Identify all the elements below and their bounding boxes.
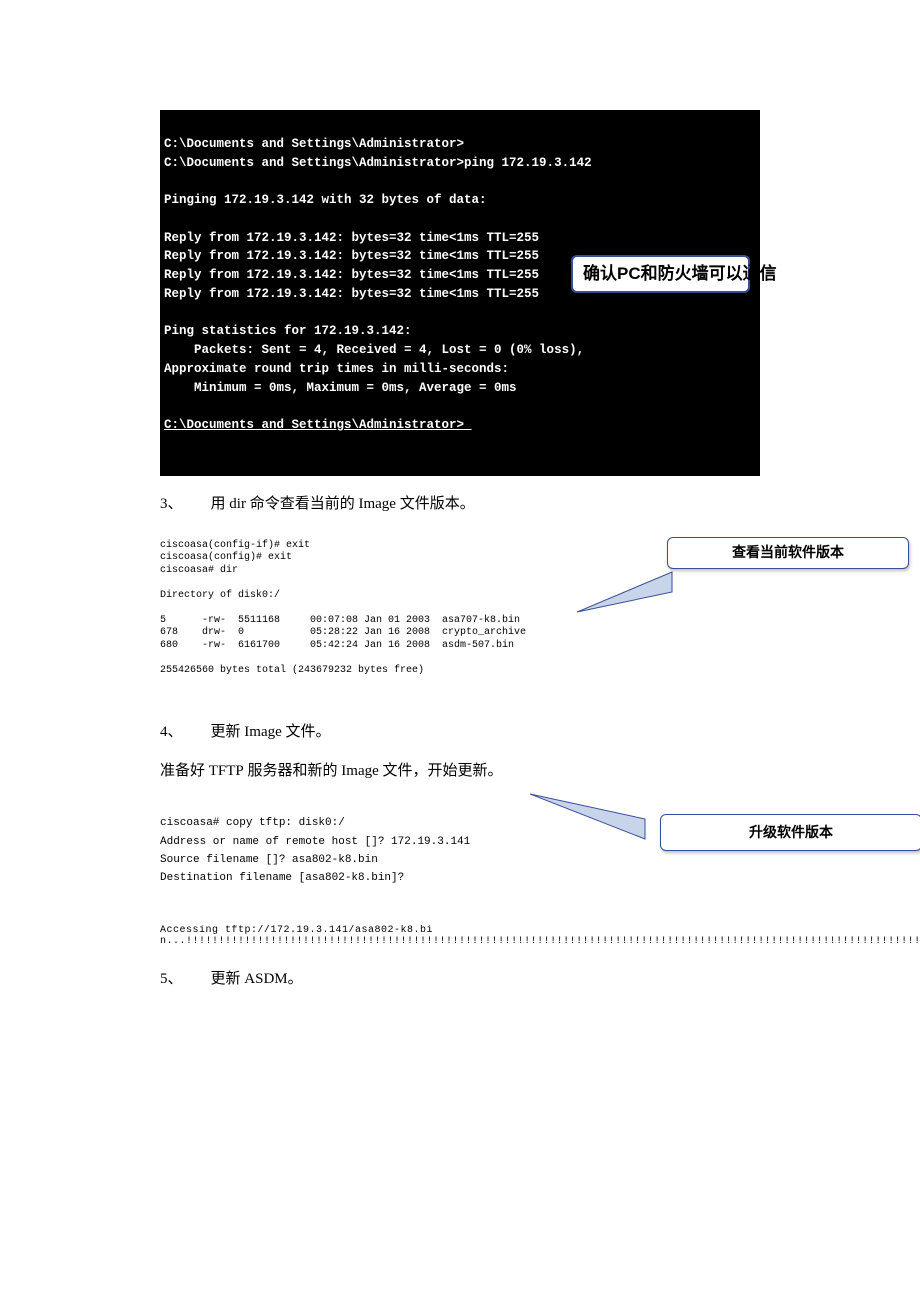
step-text: 。 — [288, 971, 303, 987]
t2-line: 255426560 bytes total (243679232 bytes f… — [160, 665, 424, 676]
progress-bangs: !!!!!!!!!!!!!!!!!!!!!!!!!!!!!!!!!!!!!!!!… — [186, 936, 920, 947]
step-5-heading: 5、 更新 ASDM。 — [160, 967, 760, 988]
word-asdm: ASDM — [244, 971, 287, 987]
term1-line: Pinging 172.19.3.142 with 32 bytes of da… — [164, 193, 487, 207]
step-text: 更新 — [211, 724, 245, 740]
t3-line: Source filename []? asa802-k8.bin — [160, 854, 378, 866]
step-number: 3、 — [160, 496, 183, 512]
step-number: 5、 — [160, 971, 183, 987]
term1-line: Ping statistics for 172.19.3.142: — [164, 324, 412, 338]
word-image: Image — [341, 763, 378, 779]
callout-arrow-icon — [577, 567, 677, 617]
step-4-heading: 4、 更新 Image 文件。 — [160, 720, 760, 741]
step-text: 文件版本。 — [396, 496, 475, 512]
para-text: 准备好 — [160, 763, 209, 779]
t2-blank — [160, 577, 166, 588]
t2-line: ciscoasa# dir — [160, 565, 238, 576]
t2-line: 5 -rw- 5511168 00:07:08 Jan 01 2003 asa7… — [160, 615, 520, 626]
term1-line: Reply from 172.19.3.142: bytes=32 time<1… — [164, 268, 539, 282]
tftp-progress: Accessing tftp://172.19.3.141/asa802-k8.… — [160, 925, 760, 947]
terminal-copy-tftp: ciscoasa# copy tftp: disk0:/ Address or … — [160, 794, 760, 925]
t2-line: 678 drw- 0 05:28:22 Jan 16 2008 crypto_a… — [160, 627, 526, 638]
step-3-heading: 3、 用 dir 命令查看当前的 Image 文件版本。 — [160, 492, 760, 513]
term1-line: Reply from 172.19.3.142: bytes=32 time<1… — [164, 287, 539, 301]
callout-3-wrapper: 升级软件版本 — [580, 784, 920, 857]
step-number: 4、 — [160, 724, 183, 740]
t2-line: ciscoasa(config-if)# exit — [160, 540, 310, 551]
step-text: 更新 — [211, 971, 245, 987]
step-text: 文件。 — [282, 724, 331, 740]
t2-line: ciscoasa(config)# exit — [160, 552, 292, 563]
para-text: 文件，开始更新。 — [379, 763, 503, 779]
term1-line: C:\Documents and Settings\Administrator>… — [164, 418, 472, 432]
paragraph-prepare-tftp: 准备好 TFTP 服务器和新的 Image 文件，开始更新。 — [160, 759, 760, 780]
step-text: 命令查看当前的 — [246, 496, 359, 512]
t2-line: 680 -rw- 6161700 05:42:24 Jan 16 2008 as… — [160, 640, 514, 651]
callout-2-wrapper: 查看当前软件版本 — [617, 537, 917, 587]
term1-line: Reply from 172.19.3.142: bytes=32 time<1… — [164, 249, 539, 263]
term1-line: Minimum = 0ms, Maximum = 0ms, Average = … — [164, 381, 517, 395]
para-text: 服务器和新的 — [244, 763, 342, 779]
word-tftp: TFTP — [209, 763, 244, 779]
cmd-dir: dir — [229, 496, 246, 512]
step-text: 用 — [211, 496, 230, 512]
callout-upgrade-version: 升级软件版本 — [660, 814, 920, 851]
callout-confirm-comm: 确认PC和防火墙可以通信 — [571, 255, 750, 293]
word-image: Image — [244, 724, 281, 740]
t2-blank — [160, 652, 166, 663]
callout-current-version: 查看当前软件版本 — [667, 537, 909, 569]
t2-line: Directory of disk0:/ — [160, 590, 280, 601]
term1-line: Reply from 172.19.3.142: bytes=32 time<1… — [164, 231, 539, 245]
terminal-ping: C:\Documents and Settings\Administrator>… — [160, 110, 760, 476]
term1-line: C:\Documents and Settings\Administrator>… — [164, 156, 592, 170]
term1-line: Approximate round trip times in milli-se… — [164, 362, 509, 376]
t3-line: ciscoasa# copy tftp: disk0:/ — [160, 817, 345, 829]
t3-line: Address or name of remote host []? 172.1… — [160, 836, 470, 848]
term1-line: Packets: Sent = 4, Received = 4, Lost = … — [164, 343, 584, 357]
callout-arrow-icon — [530, 784, 650, 854]
word-image: Image — [358, 496, 395, 512]
terminal-dir: ciscoasa(config-if)# exit ciscoasa(confi… — [160, 525, 760, 704]
t2-blank — [160, 602, 166, 613]
term1-line: C:\Documents and Settings\Administrator> — [164, 137, 464, 151]
t3-line: Destination filename [asa802-k8.bin]? — [160, 872, 404, 884]
